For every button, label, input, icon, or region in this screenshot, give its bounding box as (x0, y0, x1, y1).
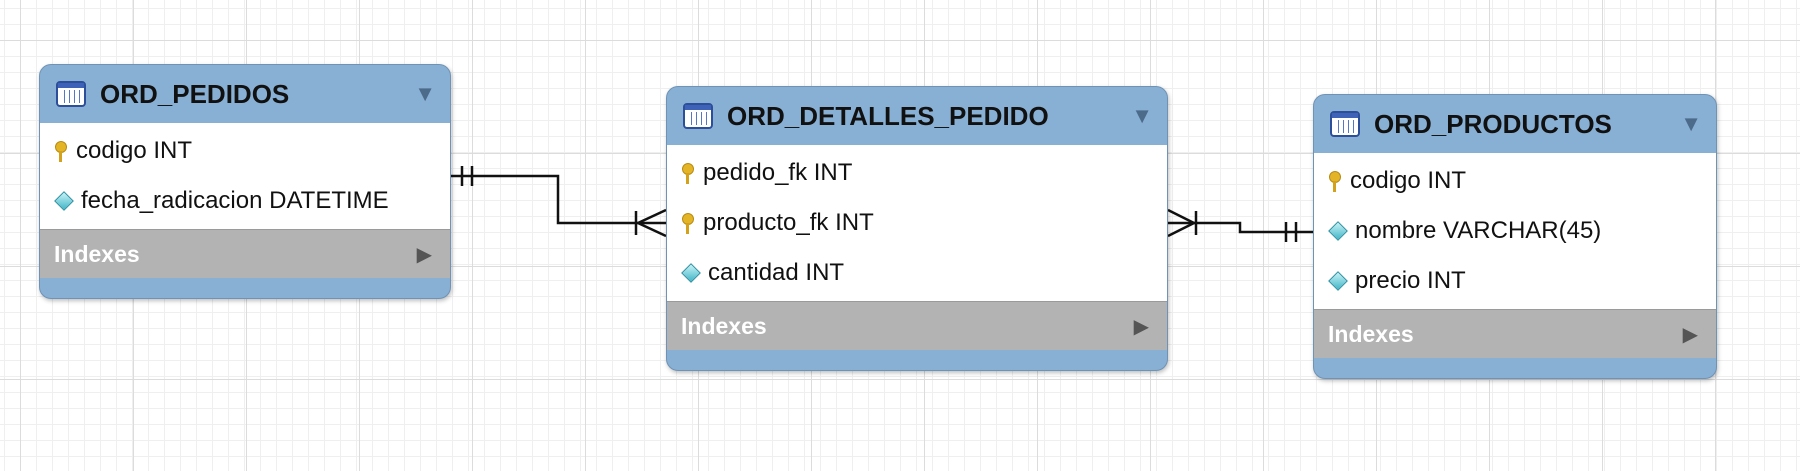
column-label: nombre VARCHAR(45) (1355, 217, 1602, 244)
key-icon (681, 211, 694, 235)
column-list: pedido_fk INT producto_fk INT cantidad I… (667, 145, 1167, 301)
indexes-bar[interactable]: Indexes ▶ (40, 229, 450, 278)
table-title: ORD_PEDIDOS (100, 78, 290, 109)
triangle-down-icon[interactable]: ▼ (1131, 103, 1153, 129)
column-row[interactable]: precio INT (1314, 256, 1716, 306)
column-label: producto_fk INT (703, 209, 874, 236)
column-label: precio INT (1355, 267, 1466, 294)
triangle-down-icon[interactable]: ▼ (1680, 111, 1702, 137)
triangle-right-icon[interactable]: ▶ (1683, 322, 1698, 347)
triangle-down-icon[interactable]: ▼ (414, 81, 436, 107)
diamond-icon (681, 263, 701, 283)
column-row[interactable]: pedido_fk INT (667, 148, 1167, 198)
table-ord-pedidos[interactable]: ORD_PEDIDOS ▼ codigo INT fecha_radicacio… (39, 64, 451, 299)
relationship-pedidos-detalles (450, 174, 666, 225)
table-footer (40, 278, 450, 298)
column-row[interactable]: codigo INT (40, 126, 450, 176)
table-header[interactable]: ORD_DETALLES_PEDIDO ▼ (667, 87, 1167, 145)
table-title: ORD_PRODUCTOS (1374, 108, 1612, 139)
triangle-right-icon[interactable]: ▶ (1134, 314, 1149, 339)
column-row[interactable]: fecha_radicacion DATETIME (40, 176, 450, 226)
key-icon (681, 161, 694, 185)
indexes-bar[interactable]: Indexes ▶ (1314, 309, 1716, 358)
column-row[interactable]: nombre VARCHAR(45) (1314, 206, 1716, 256)
diamond-icon (1328, 271, 1348, 291)
key-icon (54, 139, 67, 163)
column-row[interactable]: producto_fk INT (667, 198, 1167, 248)
diamond-icon (1328, 221, 1348, 241)
table-icon (1330, 111, 1360, 137)
column-row[interactable]: codigo INT (1314, 156, 1716, 206)
indexes-label: Indexes (681, 312, 767, 339)
table-title: ORD_DETALLES_PEDIDO (727, 100, 1049, 131)
column-list: codigo INT fecha_radicacion DATETIME (40, 123, 450, 229)
indexes-label: Indexes (1328, 320, 1414, 347)
table-ord-productos[interactable]: ORD_PRODUCTOS ▼ codigo INT nombre VARCHA… (1313, 94, 1717, 379)
indexes-bar[interactable]: Indexes ▶ (667, 301, 1167, 350)
column-label: pedido_fk INT (703, 159, 853, 186)
table-footer (1314, 358, 1716, 378)
column-list: codigo INT nombre VARCHAR(45) precio INT (1314, 153, 1716, 309)
key-icon (1328, 169, 1341, 193)
column-label: codigo INT (76, 137, 193, 164)
column-label: fecha_radicacion DATETIME (81, 187, 389, 214)
table-ord-detalles-pedido[interactable]: ORD_DETALLES_PEDIDO ▼ pedido_fk INT prod… (666, 86, 1168, 371)
table-header[interactable]: ORD_PRODUCTOS ▼ (1314, 95, 1716, 153)
triangle-right-icon[interactable]: ▶ (417, 242, 432, 267)
table-icon (56, 81, 86, 107)
table-header[interactable]: ORD_PEDIDOS ▼ (40, 65, 450, 123)
indexes-label: Indexes (54, 240, 140, 267)
table-icon (683, 103, 713, 129)
table-footer (667, 350, 1167, 370)
diamond-icon (54, 191, 74, 211)
column-label: cantidad INT (708, 259, 845, 286)
column-row[interactable]: cantidad INT (667, 248, 1167, 298)
column-label: codigo INT (1350, 167, 1467, 194)
